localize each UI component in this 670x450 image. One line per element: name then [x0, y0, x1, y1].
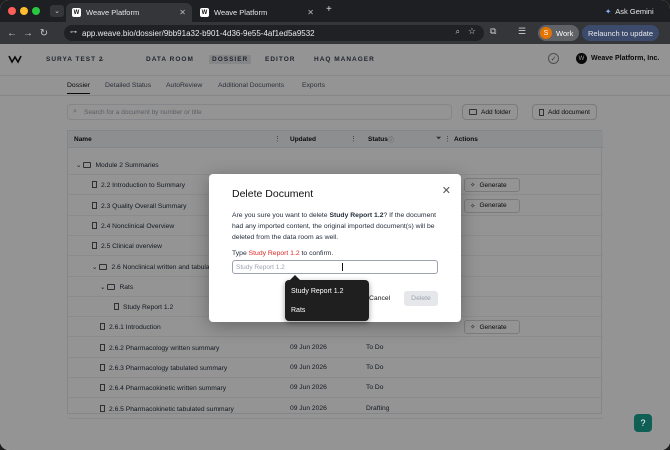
weave-favicon-icon: W — [72, 8, 81, 17]
close-window-button[interactable] — [8, 7, 16, 15]
prompt-text: Type — [232, 250, 249, 257]
confirm-prompt: Type Study Report 1.2 to confirm. — [232, 250, 333, 257]
tab-search-icon[interactable]: ⌄ — [50, 5, 64, 17]
address-bar-row: ← → ↻ ⊶ app.weave.bio/dossier/9bb91a32-b… — [0, 22, 670, 44]
dialog-title: Delete Document — [232, 188, 314, 200]
delete-button[interactable]: Delete — [404, 291, 438, 306]
tab-title: Weave Platform — [86, 8, 140, 17]
zoom-icon[interactable]: ⌕ — [456, 27, 460, 37]
site-info-icon[interactable]: ⊶ — [70, 28, 77, 36]
close-tab-icon[interactable]: ✕ — [179, 8, 186, 17]
dropdown-item-rats[interactable]: Rats — [291, 307, 305, 314]
ask-gemini-button[interactable]: ✦ Ask Gemini — [605, 5, 654, 17]
minimize-window-button[interactable] — [20, 7, 28, 15]
input-placeholder: Study Report 1.2 — [236, 263, 285, 271]
message-text: Are you sure you want to delete — [232, 212, 330, 219]
close-tab-icon[interactable]: ✕ — [307, 8, 314, 17]
reload-icon[interactable]: ↻ — [36, 28, 52, 39]
relaunch-button[interactable]: Relaunch to update — [582, 25, 660, 41]
dropdown-item-study-report[interactable]: Study Report 1.2 — [291, 288, 344, 295]
close-icon[interactable]: ✕ — [442, 184, 451, 197]
app-content: SURYA TEST 2 ⌄ DATA ROOM DOSSIER EDITOR … — [0, 44, 670, 450]
browser-tab-2[interactable]: W Weave Platform ✕ — [194, 3, 320, 22]
extensions-icon[interactable]: ⧉ — [490, 26, 496, 37]
cancel-button[interactable]: Cancel — [369, 295, 390, 302]
confirm-name-input[interactable]: Study Report 1.2 — [232, 260, 438, 274]
browser-window: ⌄ W Weave Platform ✕ W Weave Platform ✕ … — [0, 0, 670, 450]
media-icon[interactable]: ☰ — [518, 26, 526, 37]
profile-label: Work — [556, 28, 574, 38]
maximize-window-button[interactable] — [32, 7, 40, 15]
gemini-sparkle-icon: ✦ — [605, 6, 612, 16]
forward-arrow-icon[interactable]: → — [20, 28, 36, 39]
help-button[interactable]: ? — [634, 414, 652, 432]
text-cursor — [342, 263, 343, 271]
autocomplete-dropdown: Study Report 1.2 Rats — [285, 280, 369, 321]
prompt-document-name: Study Report 1.2 — [248, 250, 300, 257]
bookmark-star-icon[interactable]: ☆ — [468, 26, 476, 37]
document-name: Study Report 1.2 — [329, 212, 384, 219]
url-field[interactable]: ⊶ app.weave.bio/dossier/9bb91a32-b901-4d… — [64, 25, 484, 41]
back-arrow-icon[interactable]: ← — [4, 28, 20, 39]
weave-favicon-icon: W — [200, 8, 209, 17]
tab-title: Weave Platform — [214, 8, 268, 17]
profile-button[interactable]: S Work — [538, 25, 580, 41]
profile-avatar: S — [540, 27, 552, 39]
browser-tab-1[interactable]: W Weave Platform ✕ — [66, 3, 192, 22]
prompt-text: to confirm. — [299, 250, 334, 257]
ask-gemini-label: Ask Gemini — [615, 6, 654, 16]
tab-bar: ⌄ W Weave Platform ✕ W Weave Platform ✕ … — [0, 0, 670, 22]
url-text: app.weave.bio/dossier/9bb91a32-b901-4d36… — [82, 28, 315, 38]
new-tab-button[interactable]: + — [326, 4, 332, 15]
dialog-message: Are you sure you want to delete Study Re… — [232, 210, 442, 243]
